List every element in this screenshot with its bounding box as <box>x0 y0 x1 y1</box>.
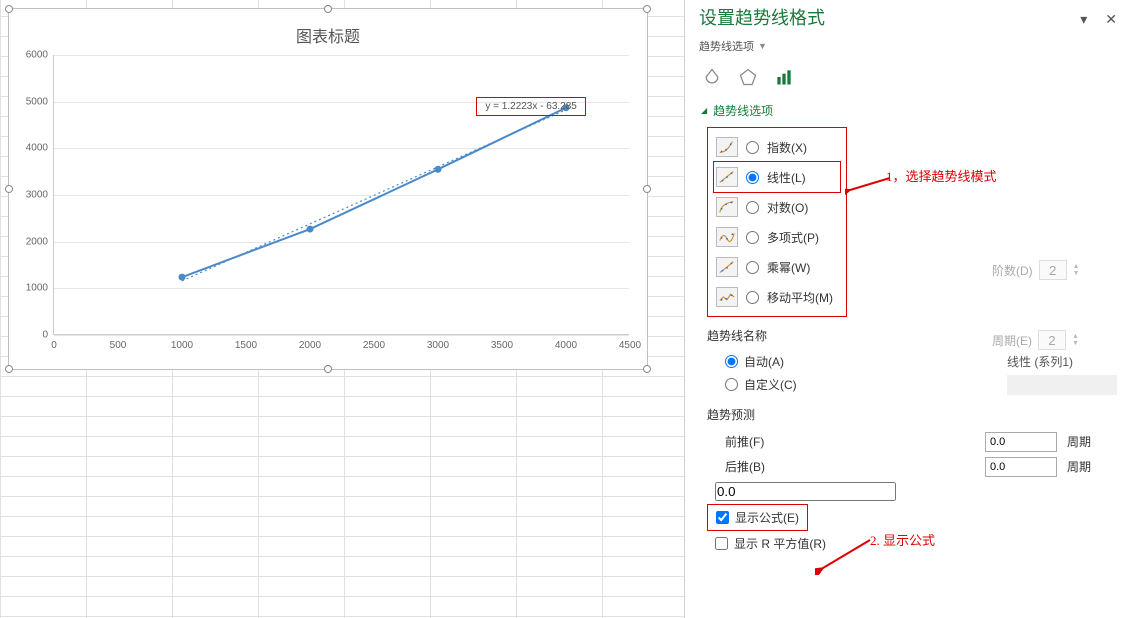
panel-title: 设置趋势线格式 <box>699 4 825 30</box>
order-input <box>1039 260 1067 280</box>
chevron-down-icon: ▼ <box>758 41 767 51</box>
trendtype-exponential[interactable]: 指数(X) <box>714 132 840 162</box>
trendtype-logarithmic[interactable]: 对数(O) <box>714 192 840 222</box>
custom-name-input[interactable] <box>1007 375 1117 395</box>
trendtype-polynomial[interactable]: 多项式(P) <box>714 222 840 252</box>
movavg-period-row: 周期(E) ▲▼ <box>992 330 1079 350</box>
trendline-equation-box[interactable]: y = 1.2223x - 63.285 <box>476 97 585 116</box>
forecast-forward-row: 前推(F) 周期 <box>707 429 1117 454</box>
annotation-1: 1，选择趋势线模式 <box>886 166 997 185</box>
auto-name-value: 线性 (系列1) <box>1007 353 1073 370</box>
display-equation-check[interactable]: 显示公式(E) <box>707 504 808 531</box>
trendtype-movingaverage[interactable]: 移动平均(M) <box>714 282 840 312</box>
period-input <box>1038 330 1066 350</box>
forecast-label: 趋势预测 <box>707 406 1117 423</box>
chart-plot[interactable]: 0100020003000400050006000050010001500200… <box>53 55 629 335</box>
poly-curve-icon <box>716 227 738 247</box>
chart-object[interactable]: 图表标题 01000200030004000500060000500100015… <box>8 8 648 370</box>
name-custom-radio[interactable]: 自定义(C) <box>707 373 1117 396</box>
trendtype-power[interactable]: 乘幂(W) <box>714 252 840 282</box>
spreadsheet-area: 图表标题 01000200030004000500060000500100015… <box>0 0 684 618</box>
poly-order-row: 阶数(D) ▲▼ <box>992 260 1080 280</box>
trendline-options-header[interactable]: ◢趋势线选项 <box>699 98 1117 127</box>
name-auto-radio[interactable]: 自动(A) 线性 (系列1) <box>707 350 1117 373</box>
set-intercept-check[interactable]: 设置截距(S) <box>707 479 1117 504</box>
panel-dropdown-icon[interactable]: ▾ <box>1080 11 1087 28</box>
forecast-backward-row: 后推(B) 周期 <box>707 454 1117 479</box>
power-curve-icon <box>716 257 738 277</box>
format-trendline-panel: 设置趋势线格式 ▾ ✕ 趋势线选项 ▼ ◢趋势线选项 <box>684 0 1131 618</box>
panel-close-icon[interactable]: ✕ <box>1105 11 1117 28</box>
intercept-value <box>715 482 896 501</box>
linear-curve-icon <box>716 167 738 187</box>
annotation-2: 2. 显示公式 <box>870 530 935 549</box>
chart-title[interactable]: 图表标题 <box>9 9 647 55</box>
trendtype-linear[interactable]: 线性(L) <box>713 161 841 193</box>
effects-tab-icon[interactable] <box>737 66 759 88</box>
forward-input[interactable] <box>985 432 1057 452</box>
movavg-curve-icon <box>716 287 738 307</box>
panel-subcaption[interactable]: 趋势线选项 ▼ <box>699 36 1117 64</box>
log-curve-icon <box>716 197 738 217</box>
backward-input[interactable] <box>985 457 1057 477</box>
exponential-curve-icon <box>716 137 738 157</box>
trendline-type-group: 指数(X) 线性(L) 对数(O) 多项式(P) 乘幂(W) 移动平均(M) <box>707 127 847 317</box>
trendline-options-tab-icon[interactable] <box>773 66 795 88</box>
fill-outline-tab-icon[interactable] <box>701 66 723 88</box>
